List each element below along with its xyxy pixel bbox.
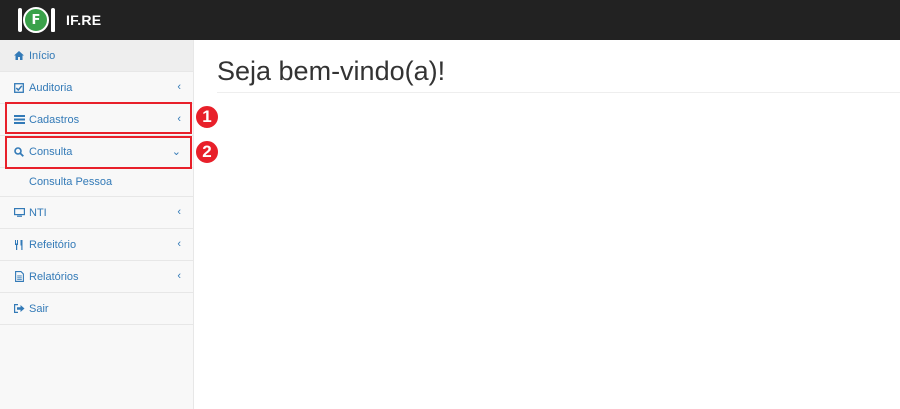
sidebar-item-label: NTI (29, 206, 47, 219)
sidebar-item-label: Refeitório (29, 238, 77, 251)
sidebar-item-label: Sair (29, 302, 49, 315)
brand-name[interactable]: IF.RE (66, 12, 101, 28)
check-square-icon (13, 82, 25, 93)
sidebar-item-inicio[interactable]: Início (0, 40, 193, 72)
cutlery-icon (13, 239, 25, 250)
sidebar-item-sair[interactable]: Sair (0, 293, 193, 325)
main-content: Seja bem-vindo(a)! (195, 40, 900, 409)
highlight-box-consulta (5, 136, 192, 169)
sidebar-item-relatorios[interactable]: Relatórios ‹ (0, 261, 193, 293)
sidebar-item-label: Auditoria (29, 81, 73, 94)
sidebar-item-label: Início (29, 49, 56, 62)
chevron-left-icon: ‹ (177, 238, 181, 250)
sidebar: Início Auditoria ‹ Cadastros ‹ Consulta … (0, 40, 194, 409)
top-navbar: F IF.RE (0, 0, 900, 40)
chevron-left-icon: ‹ (177, 81, 181, 93)
sidebar-subitem-consulta-pessoa[interactable]: Consulta Pessoa (0, 168, 193, 197)
sidebar-item-label: Relatórios (29, 270, 79, 283)
sign-out-icon (13, 304, 25, 313)
home-icon (13, 51, 25, 60)
file-text-icon (13, 271, 25, 282)
page-title: Seja bem-vindo(a)! (217, 56, 446, 86)
title-divider (217, 92, 900, 93)
chevron-left-icon: ‹ (177, 206, 181, 218)
sidebar-item-auditoria[interactable]: Auditoria ‹ (0, 72, 193, 104)
monitor-icon (13, 208, 25, 217)
chevron-left-icon: ‹ (177, 270, 181, 282)
knife-icon (51, 8, 55, 32)
highlight-box-cadastros (5, 102, 192, 134)
logo[interactable]: F (18, 5, 55, 35)
fork-icon (18, 8, 22, 32)
logo-letter: F (31, 12, 41, 28)
sidebar-item-refeitorio[interactable]: Refeitório ‹ (0, 229, 193, 261)
sidebar-item-nti[interactable]: NTI ‹ (0, 197, 193, 229)
